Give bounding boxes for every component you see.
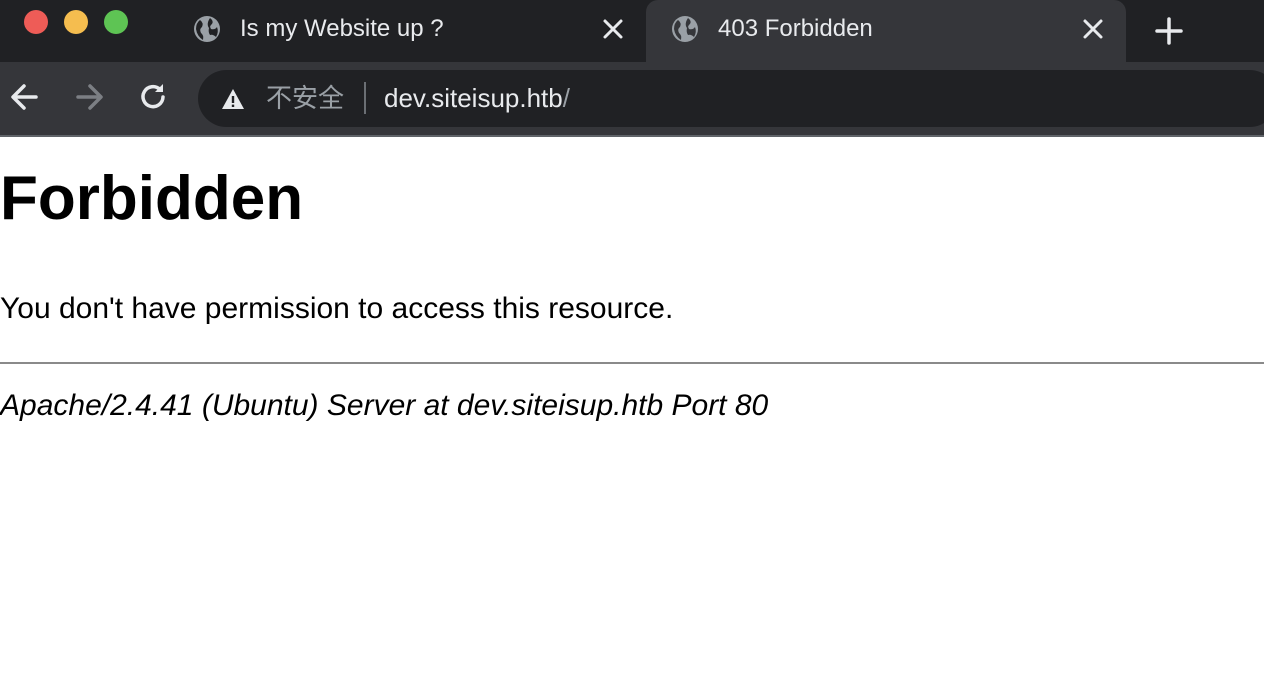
window-zoom-button[interactable] [104,10,128,34]
error-message: You don't have permission to access this… [0,292,674,325]
url-text[interactable]: dev.siteisup.htb/ [384,82,570,114]
address-bar[interactable]: 不安全 dev.siteisup.htb/ [198,70,1264,127]
url-path: / [562,83,570,113]
address-separator [364,82,366,114]
tab-strip: Is my Website up ? 403 Forbidden [0,0,1264,62]
close-icon[interactable] [1080,16,1106,42]
window-minimize-button[interactable] [64,10,88,34]
back-arrow-icon[interactable] [8,80,42,114]
not-secure-label[interactable]: 不安全 [266,82,344,114]
globe-icon [672,16,698,42]
navigation-toolbar: 不安全 dev.siteisup.htb/ [0,62,1264,137]
reload-icon[interactable] [136,80,170,114]
close-icon[interactable] [600,16,626,42]
tab-is-my-website-up[interactable]: Is my Website up ? [160,0,646,62]
browser-chrome: Is my Website up ? 403 Forbidden 不安全 dev… [0,0,1264,137]
divider [0,362,1264,364]
window-close-button[interactable] [24,10,48,34]
tab-title: Is my Website up ? [240,15,444,42]
page-heading: Forbidden [0,164,304,233]
url-host: dev.siteisup.htb [384,83,563,113]
tab-403-forbidden[interactable]: 403 Forbidden [646,0,1126,62]
warning-triangle-icon[interactable] [220,86,246,112]
page-content: Forbidden You don't have permission to a… [0,137,1264,686]
new-tab-plus-icon[interactable] [1152,14,1186,48]
forward-arrow-icon[interactable] [72,80,106,114]
globe-icon [194,16,220,42]
server-signature: Apache/2.4.41 (Ubuntu) Server at dev.sit… [0,389,769,422]
tab-title: 403 Forbidden [718,15,873,42]
